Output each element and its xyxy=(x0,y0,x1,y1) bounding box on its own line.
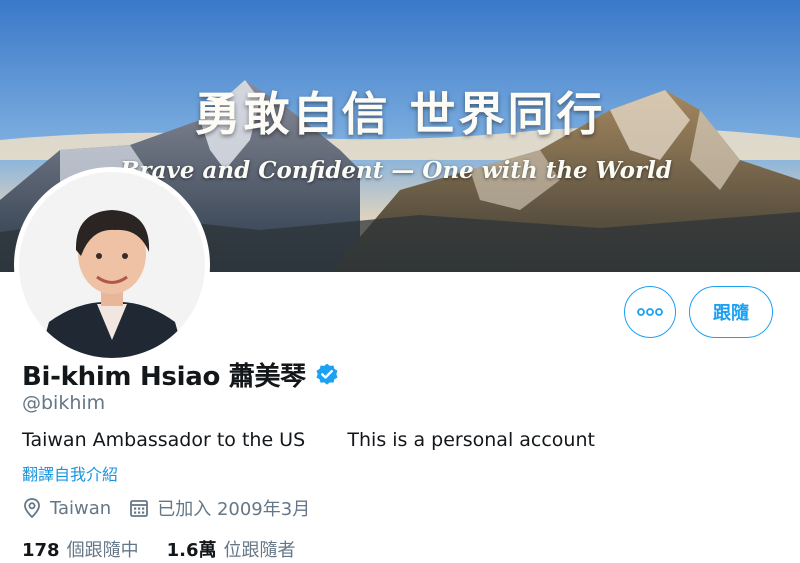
banner-subtitle: Brave and Confident — One with the World xyxy=(120,157,672,184)
verified-badge-icon xyxy=(316,363,338,385)
profile-stats: 178 個跟隨中 1.6萬 位跟隨者 xyxy=(22,536,295,562)
profile-bio: Taiwan Ambassador to the US This is a pe… xyxy=(22,429,595,451)
profile-name-row: Bi-khim Hsiao 蕭美琴 xyxy=(22,356,340,393)
banner-title: 勇敢自信 世界同行 xyxy=(194,87,606,141)
following-count: 178 xyxy=(22,540,60,561)
profile-avatar[interactable] xyxy=(14,167,210,363)
following-link[interactable]: 178 個跟隨中 xyxy=(22,536,139,562)
follow-button[interactable]: 跟隨 xyxy=(689,286,773,338)
location-text: Taiwan xyxy=(50,497,112,519)
more-options-button[interactable] xyxy=(624,286,676,338)
translate-bio-link[interactable]: 翻譯自我介紹 xyxy=(22,461,118,485)
followers-label: 位跟隨者 xyxy=(223,540,296,561)
following-label: 個跟隨中 xyxy=(66,540,139,561)
followers-link[interactable]: 1.6萬 位跟隨者 xyxy=(167,536,296,562)
calendar-icon xyxy=(130,500,149,517)
profile-handle: @bikhim xyxy=(22,392,106,414)
avatar-photo xyxy=(19,172,205,358)
joined-date: 已加入 2009年3月 xyxy=(157,499,311,520)
location-pin-icon xyxy=(24,498,40,519)
display-name: Bi-khim Hsiao 蕭美琴 xyxy=(22,362,306,392)
followers-count: 1.6萬 xyxy=(166,540,217,561)
profile-meta: Taiwan 已加入 2009年3月 xyxy=(22,495,310,521)
more-dots-icon xyxy=(637,308,663,316)
